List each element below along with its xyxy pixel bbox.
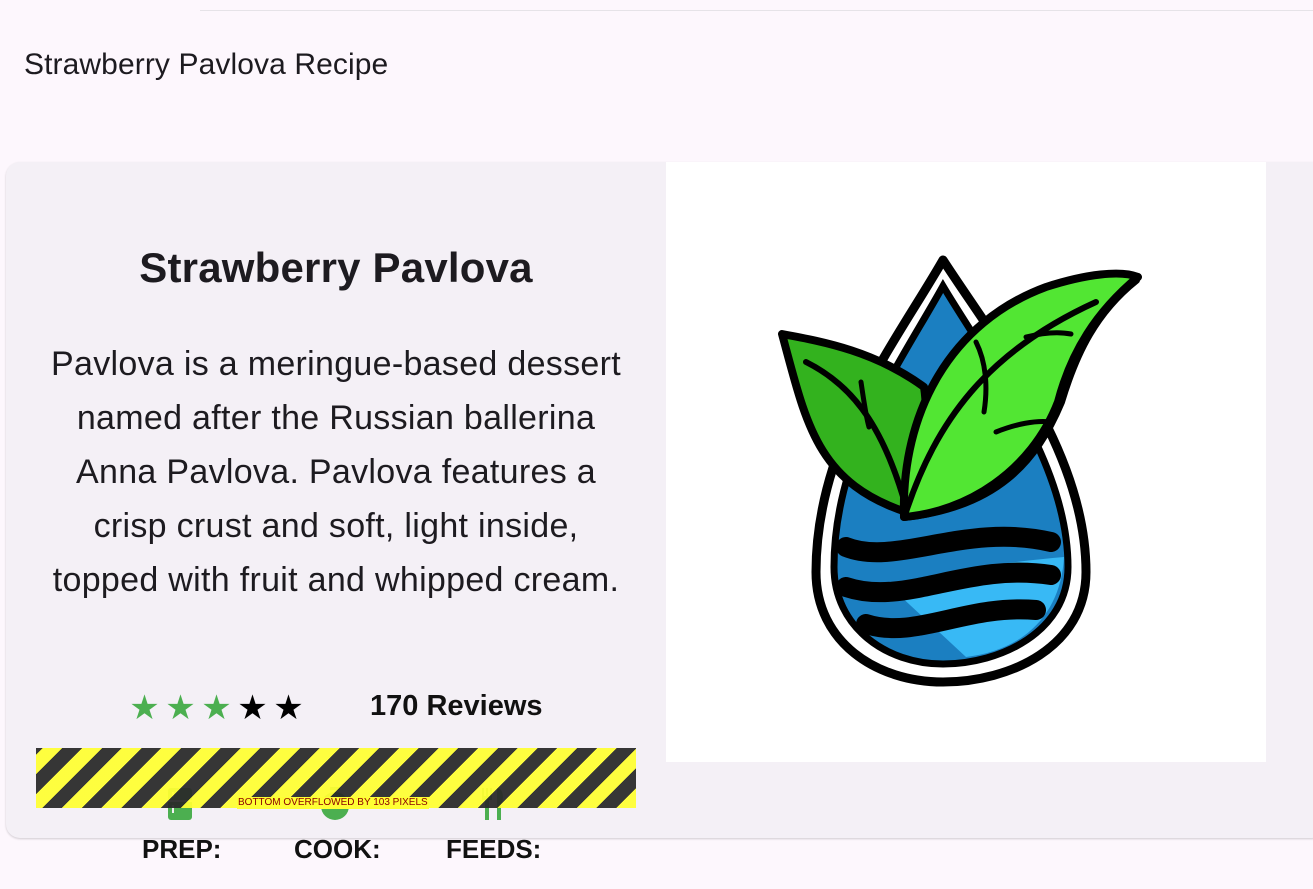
star-icon: ★ <box>201 689 232 727</box>
app-bar: Strawberry Pavlova Recipe <box>0 12 1313 160</box>
feeds-label: FEEDS: <box>446 834 542 864</box>
cook-label: COOK: <box>294 834 381 864</box>
leaf-water-drop-logo <box>778 255 1142 687</box>
star-icon: ★ <box>165 689 196 727</box>
overflow-warning-text: BOTTOM OVERFLOWED BY 103 PIXELS <box>237 797 429 809</box>
star-icon: ★ <box>273 689 304 727</box>
window-top-strip <box>200 0 1313 11</box>
rating-stars: ★ ★ ★ ★ ★ <box>128 686 305 730</box>
reviews-count: 170 Reviews <box>370 690 543 722</box>
recipe-title: Strawberry Pavlova <box>139 244 533 291</box>
recipe-info-panel: Strawberry Pavlova Pavlova is a meringue… <box>6 162 666 864</box>
star-icon: ★ <box>129 689 160 727</box>
recipe-image <box>666 162 1266 762</box>
app-bar-title: Strawberry Pavlova Recipe <box>24 48 389 81</box>
star-icon: ★ <box>237 689 268 727</box>
prep-label: PREP: <box>142 834 222 864</box>
recipe-description: Pavlova is a meringue-based dessert name… <box>51 345 621 599</box>
